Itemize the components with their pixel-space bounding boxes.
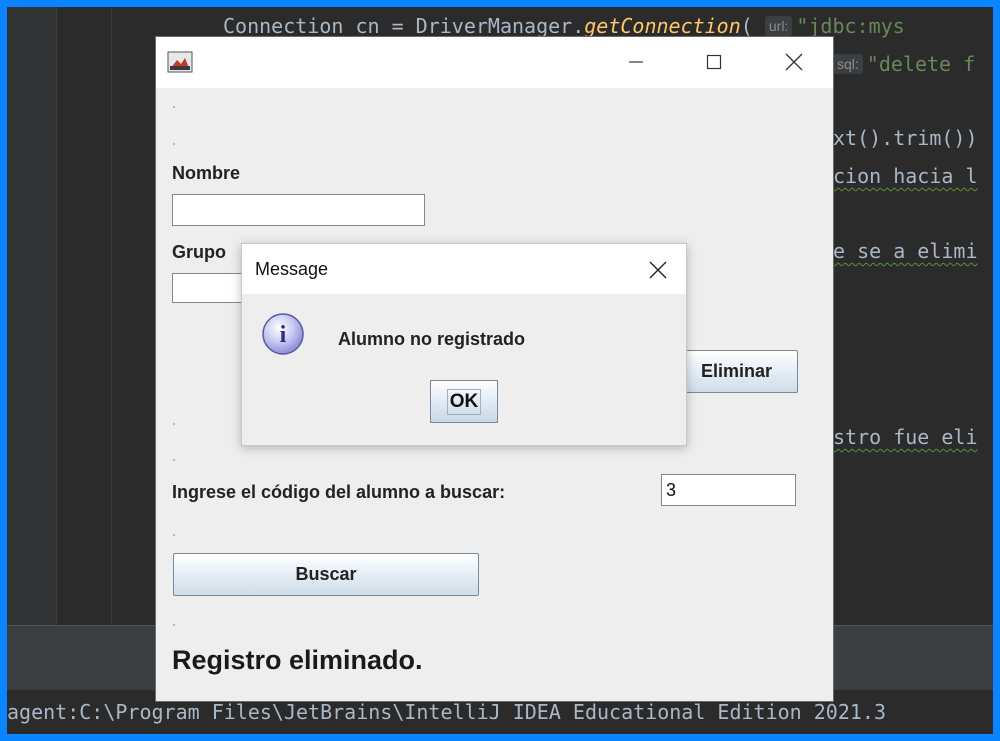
codigo-input[interactable] bbox=[661, 474, 796, 506]
svg-text:i: i bbox=[280, 322, 287, 348]
nombre-label: Nombre bbox=[172, 163, 241, 183]
message-dialog: Message i Alumno no registrado OK bbox=[241, 243, 687, 446]
parameter-hint-url: url: bbox=[764, 16, 793, 36]
close-icon bbox=[785, 53, 803, 71]
spacer-dot bbox=[173, 534, 175, 536]
spacer-dot bbox=[173, 624, 175, 626]
code-line-5: e se a elimi bbox=[833, 239, 978, 263]
spacer-dot bbox=[173, 459, 175, 461]
dialog-message: Alumno no registrado bbox=[338, 329, 526, 349]
eliminar-button[interactable]: Eliminar bbox=[675, 350, 798, 393]
parameter-hint-sql: sql: bbox=[833, 54, 863, 74]
minimize-icon bbox=[629, 61, 643, 63]
maximize-button[interactable] bbox=[694, 47, 734, 77]
grupo-label: Grupo bbox=[172, 242, 226, 262]
fold-gutter bbox=[57, 7, 112, 625]
info-icon: i bbox=[260, 311, 306, 357]
code-line-1: Connection cn = DriverManager.getConnect… bbox=[223, 14, 905, 38]
close-icon bbox=[649, 261, 667, 279]
code-line-4: cion hacia l bbox=[833, 164, 978, 188]
line-gutter bbox=[7, 7, 57, 625]
ok-button-label: OK bbox=[446, 388, 482, 415]
spacer-dot bbox=[173, 423, 175, 425]
spacer-dot bbox=[173, 106, 175, 108]
maximize-icon bbox=[706, 54, 722, 70]
buscar-button[interactable]: Buscar bbox=[173, 553, 479, 596]
dialog-title: Message bbox=[255, 259, 329, 279]
code-line-6: stro fue eli bbox=[833, 425, 978, 449]
spacer-dot bbox=[173, 143, 175, 145]
grupo-input[interactable] bbox=[172, 273, 252, 303]
close-button[interactable] bbox=[774, 47, 814, 77]
nombre-input[interactable] bbox=[172, 194, 425, 226]
status-message: Registro eliminado. bbox=[172, 645, 423, 675]
code-line-2: sql: "delete f bbox=[833, 52, 975, 76]
java-app-icon bbox=[167, 51, 193, 73]
dialog-close-button[interactable] bbox=[640, 254, 676, 286]
code-line-3: xt().trim()) bbox=[833, 126, 978, 150]
window-titlebar[interactable] bbox=[156, 37, 833, 88]
dialog-titlebar[interactable]: Message bbox=[242, 244, 686, 294]
codigo-label: Ingrese el código del alumno a buscar: bbox=[172, 482, 506, 502]
minimize-button[interactable] bbox=[616, 47, 656, 77]
ok-button[interactable]: OK bbox=[430, 380, 498, 423]
